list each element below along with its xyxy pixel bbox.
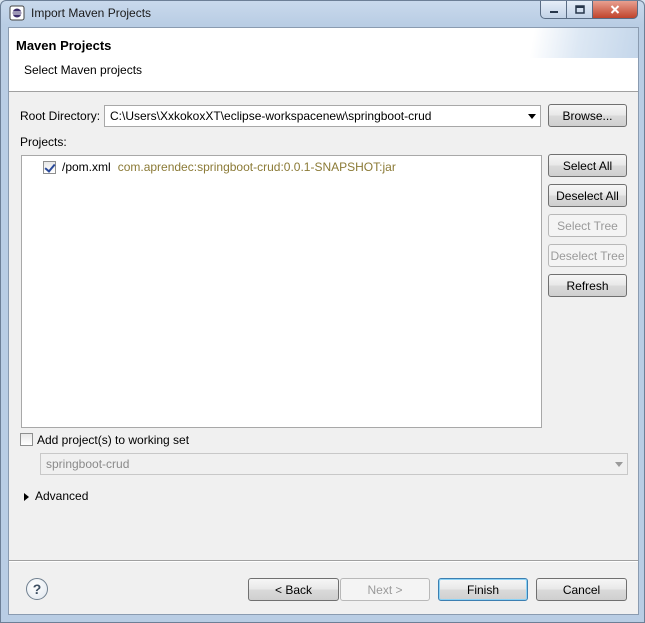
- header-banner-graphic: [488, 28, 638, 58]
- select-tree-button[interactable]: Select Tree: [548, 214, 627, 237]
- eclipse-app-icon: [9, 5, 25, 21]
- page-title: Maven Projects: [16, 38, 112, 53]
- back-button[interactable]: < Back: [248, 578, 339, 601]
- window-controls: [540, 1, 638, 19]
- working-set-value: springboot-crud: [46, 457, 130, 471]
- deselect-all-button[interactable]: Deselect All: [548, 184, 627, 207]
- import-maven-dialog: Import Maven Projects Maven Projects Sel…: [0, 0, 645, 623]
- next-button[interactable]: Next >: [340, 578, 430, 601]
- page-subtitle: Select Maven projects: [24, 63, 143, 77]
- working-set-checkbox[interactable]: [20, 433, 33, 446]
- expand-arrow-icon[interactable]: [24, 493, 29, 501]
- dialog-body: Maven Projects Select Maven projects Roo…: [8, 27, 639, 615]
- select-all-button[interactable]: Select All: [548, 154, 627, 177]
- project-pom-name: /pom.xml: [62, 160, 111, 174]
- root-directory-value: C:\Users\XxkokoxXT\eclipse-workspacenew\…: [110, 109, 432, 123]
- title-bar[interactable]: Import Maven Projects: [1, 1, 644, 26]
- finish-button[interactable]: Finish: [438, 578, 528, 601]
- minimize-icon: [549, 3, 559, 17]
- project-checkbox[interactable]: [43, 160, 56, 174]
- advanced-section-toggle[interactable]: Advanced: [35, 489, 88, 503]
- project-artifact-coordinates: com.aprendec:springboot-crud:0.0.1-SNAPS…: [117, 160, 396, 174]
- maximize-icon: [574, 3, 585, 17]
- root-directory-combo[interactable]: C:\Users\XxkokoxXT\eclipse-workspacenew\…: [104, 105, 541, 127]
- working-set-label: Add project(s) to working set: [37, 433, 190, 447]
- browse-button[interactable]: Browse...: [548, 104, 627, 127]
- cancel-button[interactable]: Cancel: [536, 578, 627, 601]
- refresh-button[interactable]: Refresh: [548, 274, 627, 297]
- close-button[interactable]: [593, 1, 638, 19]
- maximize-button[interactable]: [567, 1, 593, 19]
- deselect-tree-button[interactable]: Deselect Tree: [548, 244, 627, 267]
- chevron-down-icon[interactable]: [528, 114, 536, 119]
- working-set-combo[interactable]: springboot-crud: [40, 453, 628, 475]
- minimize-button[interactable]: [540, 1, 567, 19]
- wizard-header: Maven Projects Select Maven projects: [9, 28, 638, 92]
- footer-divider: [9, 560, 638, 562]
- window-title: Import Maven Projects: [31, 6, 152, 20]
- chevron-down-icon[interactable]: [615, 462, 623, 467]
- projects-label: Projects:: [20, 135, 67, 149]
- tree-row[interactable]: /pom.xml com.aprendec:springboot-crud:0.…: [43, 159, 396, 175]
- help-icon[interactable]: ?: [26, 578, 48, 600]
- close-icon: [610, 3, 620, 17]
- projects-tree[interactable]: /pom.xml com.aprendec:springboot-crud:0.…: [21, 155, 542, 428]
- root-directory-label: Root Directory:: [20, 109, 101, 123]
